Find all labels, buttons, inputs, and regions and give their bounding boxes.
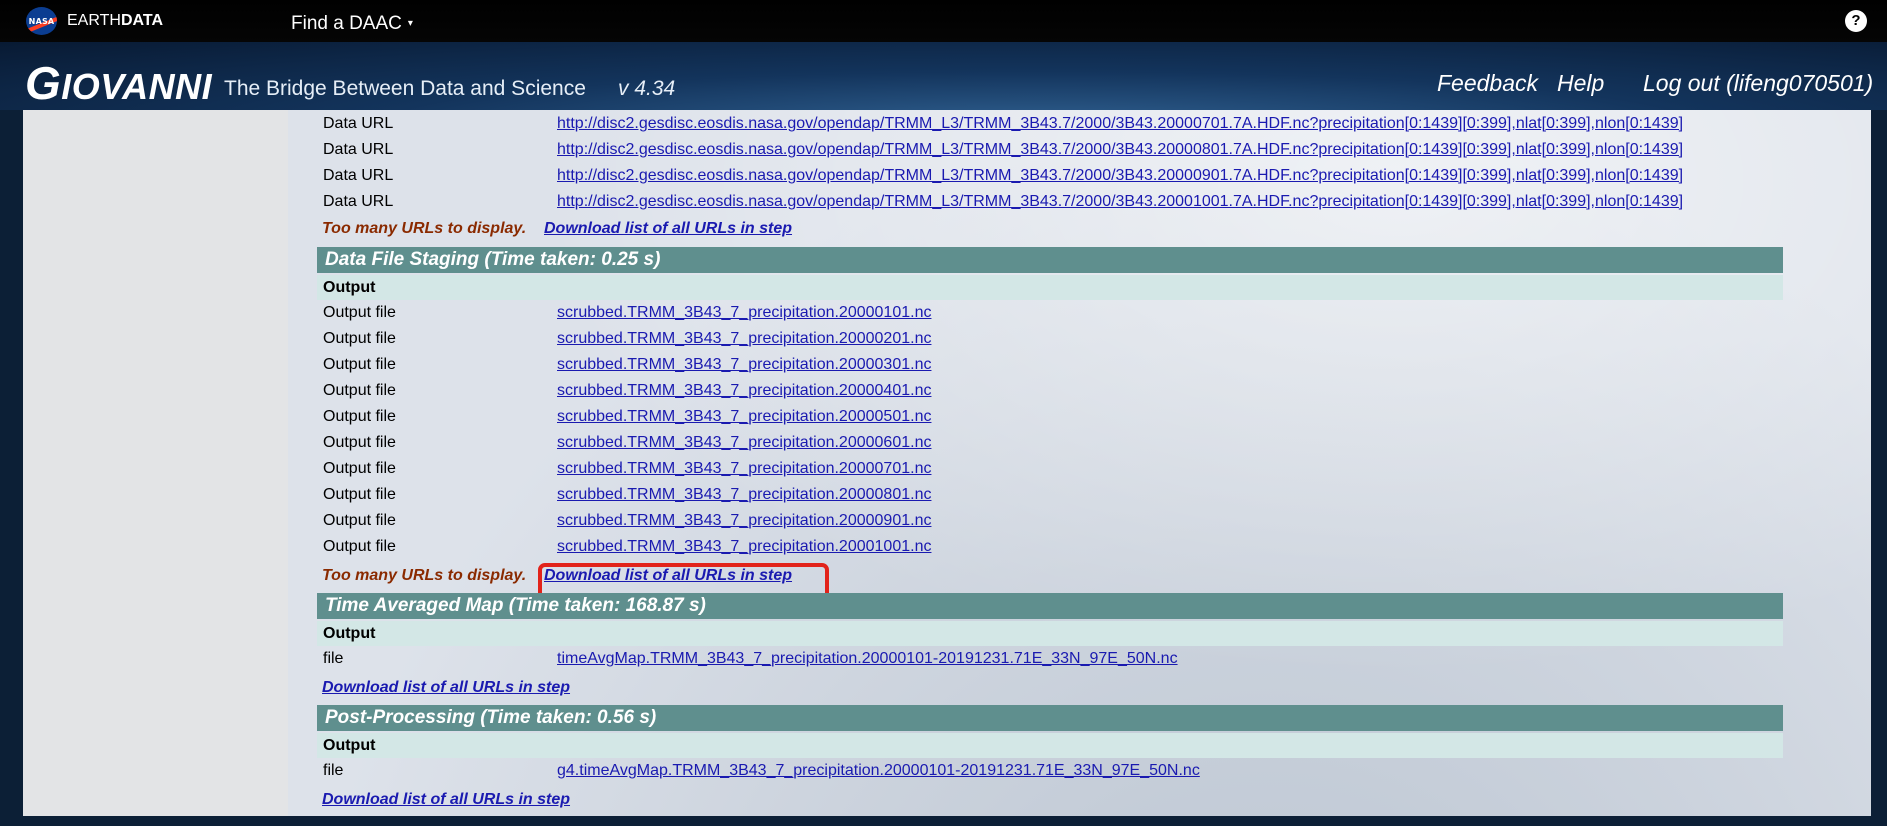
section-time-averaged-map[interactable]: Time Averaged Map (Time taken: 168.87 s) [317,593,1783,619]
output-file-label: Output file [323,304,396,321]
tagline: The Bridge Between Data and Science [224,77,586,100]
output-header: Output [317,275,1783,300]
nasa-logo[interactable]: NASA [26,7,57,35]
output-file-link[interactable]: scrubbed.TRMM_3B43_7_precipitation.20000… [557,406,931,428]
data-url-label: Data URL [323,115,394,132]
output-file-label: Output file [323,486,396,503]
caret-down-icon: ▾ [407,18,413,30]
output-file-link[interactable]: scrubbed.TRMM_3B43_7_precipitation.20000… [557,458,931,480]
help-link[interactable]: Help [1557,70,1604,97]
output-file-link[interactable]: g4.timeAvgMap.TRMM_3B43_7_precipitation.… [557,760,1200,782]
output-file-link[interactable]: timeAvgMap.TRMM_3B43_7_precipitation.200… [557,648,1178,670]
output-file-link[interactable]: scrubbed.TRMM_3B43_7_precipitation.20000… [557,380,931,402]
left-panel [23,110,288,816]
earthdata-brand[interactable]: EARTHDATA [67,12,163,30]
data-url-label: Data URL [323,167,394,184]
find-daac-menu[interactable]: Find a DAAC ▾ [291,13,413,35]
output-file-label: file [323,762,344,779]
giovanni-logo[interactable]: GIOVANNI [25,56,212,110]
too-many-urls-note: Too many URLs to display. [322,567,527,584]
download-url-list-link[interactable]: Download list of all URLs in step [322,791,570,809]
right-border [1871,110,1887,826]
version-label: v 4.34 [618,77,676,100]
output-file-link[interactable]: scrubbed.TRMM_3B43_7_precipitation.20000… [557,354,931,376]
output-file-label: Output file [323,408,396,425]
help-icon[interactable]: ? [1845,10,1867,32]
section-data-file-staging[interactable]: Data File Staging (Time taken: 0.25 s) [317,247,1783,273]
logout-link[interactable]: Log out (lifeng070501) [1643,70,1873,97]
data-url-link[interactable]: http://disc2.gesdisc.eosdis.nasa.gov/ope… [557,191,1683,213]
download-url-list-link[interactable]: Download list of all URLs in step [322,679,570,697]
feedback-link[interactable]: Feedback [1437,70,1538,97]
output-file-label: file [323,650,344,667]
data-url-label: Data URL [323,193,394,210]
output-file-link[interactable]: scrubbed.TRMM_3B43_7_precipitation.20000… [557,328,931,350]
data-url-link[interactable]: http://disc2.gesdisc.eosdis.nasa.gov/ope… [557,113,1683,135]
too-many-urls-note: Too many URLs to display. [322,220,527,237]
bottom-border [0,816,1887,826]
output-file-label: Output file [323,512,396,529]
giovanni-header: GIOVANNI The Bridge Between Data and Sci… [0,42,1887,110]
earthdata-topbar: NASA EARTHDATA Find a DAAC ▾ ? [0,0,1887,42]
section-post-processing[interactable]: Post-Processing (Time taken: 0.56 s) [317,705,1783,731]
data-url-label: Data URL [323,141,394,158]
output-file-link[interactable]: scrubbed.TRMM_3B43_7_precipitation.20000… [557,510,931,532]
output-file-label: Output file [323,382,396,399]
download-url-list-link[interactable]: Download list of all URLs in step [544,220,792,238]
output-file-link[interactable]: scrubbed.TRMM_3B43_7_precipitation.20000… [557,302,931,324]
output-file-label: Output file [323,356,396,373]
output-file-label: Output file [323,538,396,555]
data-url-link[interactable]: http://disc2.gesdisc.eosdis.nasa.gov/ope… [557,165,1683,187]
output-file-link[interactable]: scrubbed.TRMM_3B43_7_precipitation.20001… [557,536,931,558]
output-header: Output [317,621,1783,646]
output-file-link[interactable]: scrubbed.TRMM_3B43_7_precipitation.20000… [557,432,931,454]
output-file-label: Output file [323,330,396,347]
output-header: Output [317,733,1783,758]
output-file-label: Output file [323,434,396,451]
output-file-label: Output file [323,460,396,477]
data-url-link[interactable]: http://disc2.gesdisc.eosdis.nasa.gov/ope… [557,139,1683,161]
output-file-link[interactable]: scrubbed.TRMM_3B43_7_precipitation.20000… [557,484,931,506]
